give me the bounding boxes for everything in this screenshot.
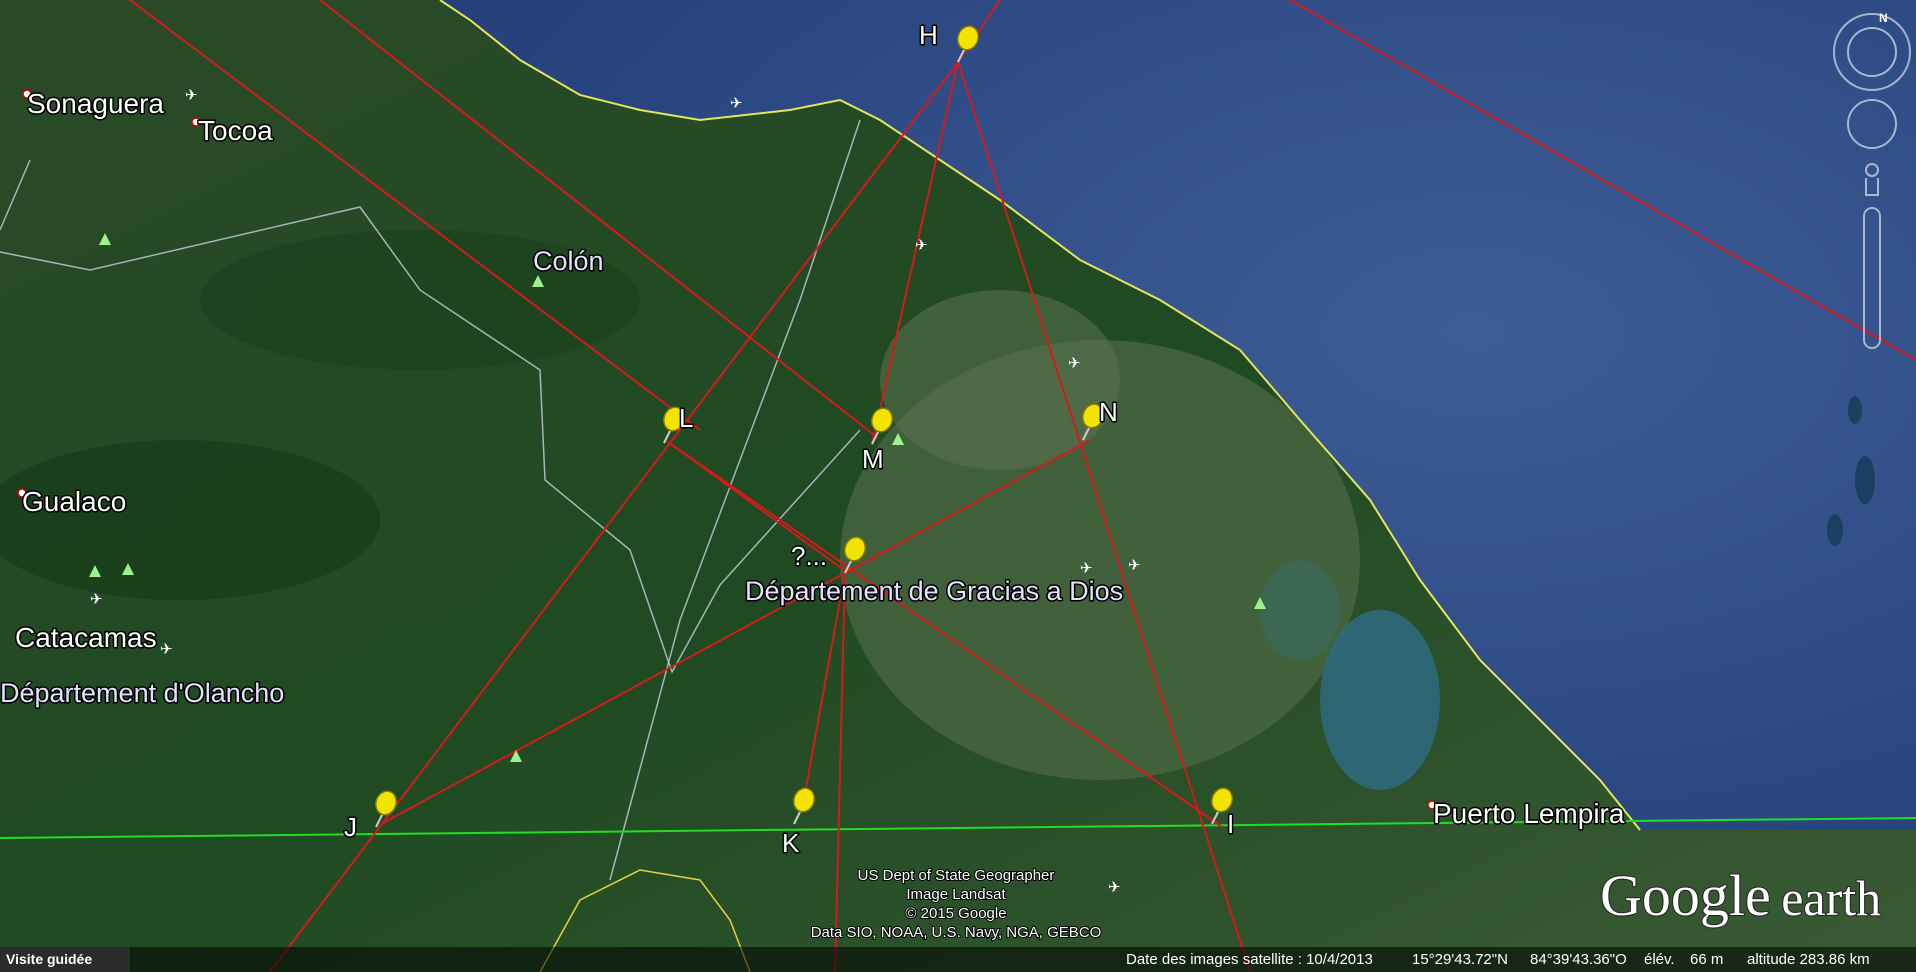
status-bar: Visite guidée Date des images satellite …: [0, 947, 1916, 972]
pin-label-M: M: [862, 444, 884, 474]
svg-text:✈: ✈: [730, 94, 743, 112]
place-label-puerto-lempira: Puerto Lempira: [1433, 798, 1625, 829]
google-earth-logo: Google earth: [1600, 863, 1881, 928]
pin-label-unknown: ?...: [791, 541, 827, 571]
svg-text:✈: ✈: [1080, 559, 1093, 577]
credit-line: © 2015 Google: [905, 905, 1006, 922]
island: [1848, 396, 1862, 424]
svg-text:✈: ✈: [90, 590, 103, 608]
credit-line: Data SIO, NOAA, U.S. Navy, NGA, GEBCO: [811, 924, 1102, 941]
credit-line: Image Landsat: [906, 886, 1006, 903]
svg-text:✈: ✈: [915, 236, 928, 254]
guided-tour-button[interactable]: Visite guidée: [0, 947, 130, 972]
lagoon: [1320, 610, 1440, 790]
place-label-catacamas: Catacamas: [15, 622, 157, 653]
pin-label-H: H: [919, 20, 938, 50]
place-label-colon: Colón: [533, 246, 604, 276]
region-label-olancho: Département d'Olancho: [0, 678, 284, 708]
svg-text:✈: ✈: [160, 640, 173, 658]
logo-google: Google: [1600, 863, 1771, 928]
latitude-readout: 15°29'43.72"N: [1412, 951, 1508, 968]
imagery-date: Date des images satellite : 10/4/2013: [1126, 951, 1373, 968]
svg-text:✈: ✈: [1068, 354, 1081, 372]
longitude-readout: 84°39'43.36"O: [1530, 951, 1627, 968]
elevation-readout: 66 m: [1690, 951, 1724, 968]
pin-label-K: K: [782, 828, 800, 858]
pin-label-N: N: [1099, 397, 1118, 427]
elevation-label: élév.: [1644, 951, 1675, 968]
place-label-sonaguera: Sonaguera: [27, 88, 164, 119]
satellite-map[interactable]: ✈ ✈ ✈ ✈ ✈ ✈ ✈ ✈ ✈ Sonaguera Tocoa Colón …: [0, 0, 1916, 972]
island: [1827, 514, 1843, 546]
compass-north-label: N: [1879, 11, 1888, 25]
lagoon: [1260, 560, 1340, 660]
island: [1855, 456, 1875, 504]
svg-text:✈: ✈: [1128, 556, 1141, 574]
logo-earth: earth: [1781, 870, 1881, 926]
place-label-gualaco: Gualaco: [22, 486, 126, 517]
pin-label-J: J: [344, 812, 357, 842]
svg-text:✈: ✈: [185, 86, 198, 104]
region-label-gracias-a-dios: Département de Gracias a Dios: [745, 576, 1123, 606]
guided-tour-label: Visite guidée: [6, 951, 93, 967]
altitude-readout: altitude 283.86 km: [1747, 951, 1870, 968]
svg-text:✈: ✈: [1108, 878, 1121, 896]
place-label-tocoa: Tocoa: [198, 115, 273, 146]
pin-label-I: I: [1227, 809, 1234, 839]
credit-line: US Dept of State Geographer: [858, 867, 1055, 884]
pin-label-L: L: [679, 403, 693, 433]
